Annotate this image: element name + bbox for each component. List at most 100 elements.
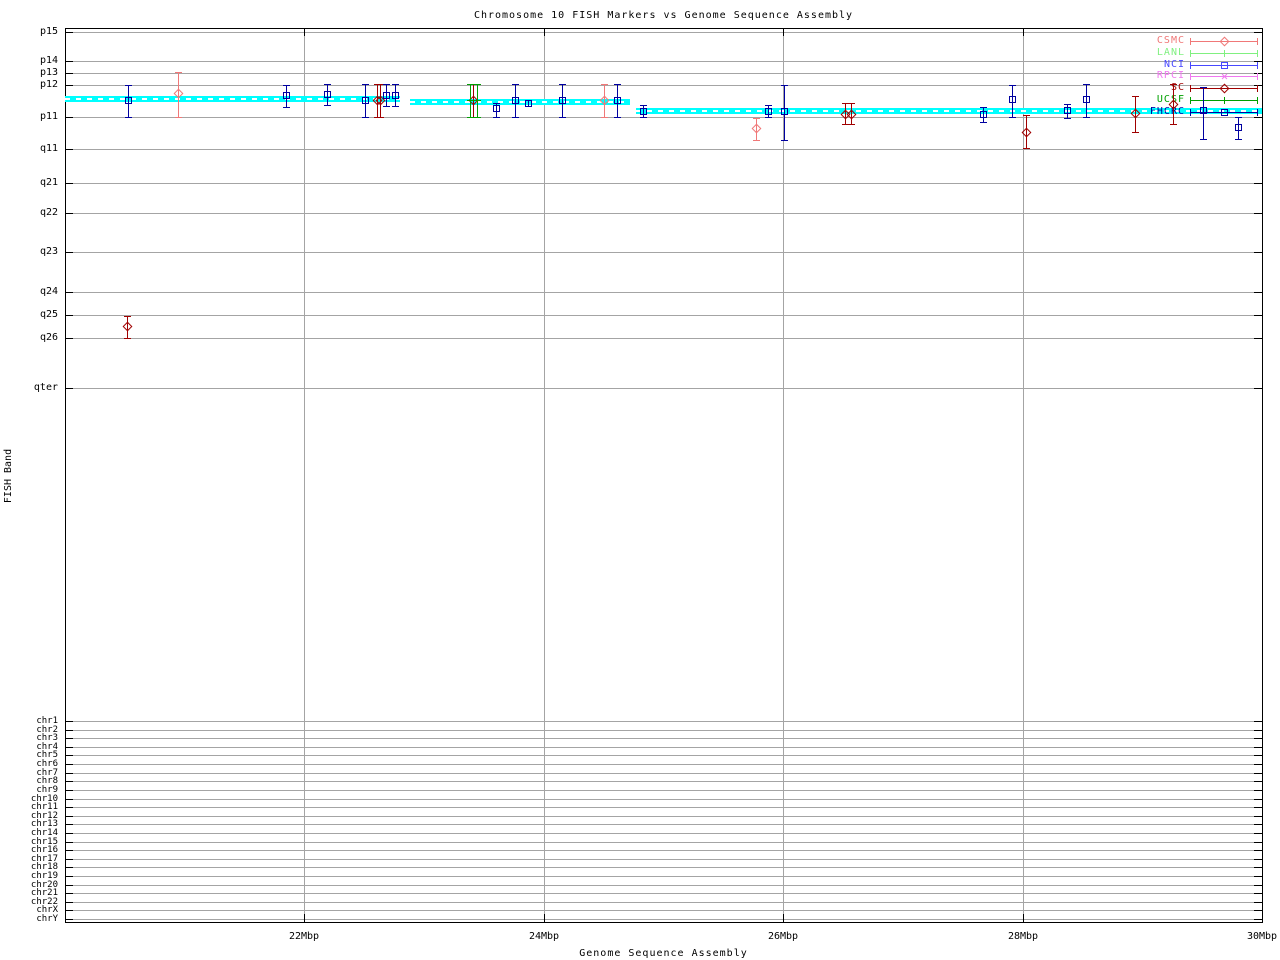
y-gridline [65, 799, 1262, 800]
x-tick-label: 22Mbp [288, 931, 320, 942]
legend-sample-cap [1257, 73, 1258, 80]
error-bar-cap [1235, 117, 1242, 118]
y-tick-right [1254, 790, 1262, 791]
y-tick-label: qter [33, 382, 58, 393]
y-tick-right [1254, 117, 1262, 118]
marker-square [125, 97, 132, 104]
legend-sample-cap [1190, 73, 1191, 80]
error-bar-cap [1200, 139, 1207, 140]
legend-sample-cap [1190, 85, 1191, 92]
y-gridline [65, 85, 1262, 86]
plot-border [65, 28, 1263, 923]
y-tick-right [1254, 885, 1262, 886]
y-gridline [65, 764, 1262, 765]
y-gridline [65, 32, 1262, 33]
y-tick-left [65, 252, 73, 253]
marker-plus [467, 97, 474, 104]
y-tick-left [65, 32, 73, 33]
marker-square [493, 105, 500, 112]
y-gridline [65, 859, 1262, 860]
y-gridline [65, 893, 1262, 894]
marker-square [383, 92, 390, 99]
marker-stroke [1224, 50, 1225, 57]
x-tick-bottom [1023, 914, 1024, 922]
y-tick-left [65, 183, 73, 184]
y-gridline [65, 747, 1262, 748]
y-tick-label: p13 [39, 67, 58, 78]
x-tick-top [783, 28, 784, 36]
error-bar-cap [175, 117, 182, 118]
marker-square [283, 92, 290, 99]
error-bar-cap [1064, 104, 1071, 105]
y-gridline [65, 149, 1262, 150]
y-gridline [65, 213, 1262, 214]
y-tick-right [1254, 338, 1262, 339]
y-tick-left [65, 388, 73, 389]
y-tick-label: q24 [39, 286, 58, 297]
y-gridline [65, 252, 1262, 253]
y-gridline [65, 292, 1262, 293]
error-bar-cap [1235, 139, 1242, 140]
y-tick-label: q26 [39, 332, 58, 343]
assembly-band-segment [409, 99, 631, 105]
marker-square [525, 100, 532, 107]
error-bar-cap [474, 117, 481, 118]
y-tick-right [1254, 824, 1262, 825]
error-bar-cap [125, 117, 132, 118]
error-bar-cap [848, 103, 855, 104]
y-tick-right [1254, 755, 1262, 756]
marker-square [392, 92, 399, 99]
y-tick-right [1254, 876, 1262, 877]
marker-stroke [477, 97, 478, 104]
error-bar-cap [765, 117, 772, 118]
y-gridline [65, 910, 1262, 911]
y-tick-left [65, 893, 73, 894]
legend-sample-cap [1190, 97, 1191, 104]
legend-label: NCI [1163, 59, 1185, 70]
y-tick-right [1254, 747, 1262, 748]
y-tick-label: chrY [36, 914, 58, 924]
y-tick-left [65, 842, 73, 843]
y-tick-left [65, 824, 73, 825]
y-tick-label: q22 [39, 207, 58, 218]
y-tick-label: p11 [39, 111, 58, 122]
y-tick-left [65, 738, 73, 739]
y-gridline [65, 315, 1262, 316]
x-tick-label: 26Mbp [767, 931, 799, 942]
marker-square [324, 91, 331, 98]
error-bar-cap [493, 103, 500, 104]
y-tick-right [1254, 781, 1262, 782]
y-tick-left [65, 85, 73, 86]
error-bar-cap [559, 117, 566, 118]
y-gridline [65, 902, 1262, 903]
y-tick-left [65, 781, 73, 782]
x-gridline [1023, 28, 1024, 922]
legend-sample-cap [1257, 109, 1258, 116]
y-tick-right [1254, 910, 1262, 911]
marker-square [1200, 107, 1207, 114]
error-bar-cap [1083, 84, 1090, 85]
x-tick-label: 30Mbp [1246, 931, 1278, 942]
y-tick-right [1254, 213, 1262, 214]
y-tick-right [1254, 73, 1262, 74]
y-tick-left [65, 149, 73, 150]
error-bar-cap [493, 117, 500, 118]
y-gridline [65, 721, 1262, 722]
error-bar-cap [467, 84, 474, 85]
legend-sample-cap [1190, 38, 1191, 45]
y-tick-right [1254, 730, 1262, 731]
legend-sample-cap [1257, 85, 1258, 92]
marker-square [765, 108, 772, 115]
marker-square [980, 111, 987, 118]
marker-square [640, 108, 647, 115]
y-gridline [65, 388, 1262, 389]
y-tick-right [1254, 893, 1262, 894]
y-tick-left [65, 833, 73, 834]
y-tick-right [1254, 867, 1262, 868]
y-tick-label: q21 [39, 177, 58, 188]
marker-square [1083, 96, 1090, 103]
y-tick-left [65, 117, 73, 118]
x-tick-label: 24Mbp [528, 931, 560, 942]
marker-square [614, 97, 621, 104]
legend-marker-square [1221, 62, 1228, 69]
